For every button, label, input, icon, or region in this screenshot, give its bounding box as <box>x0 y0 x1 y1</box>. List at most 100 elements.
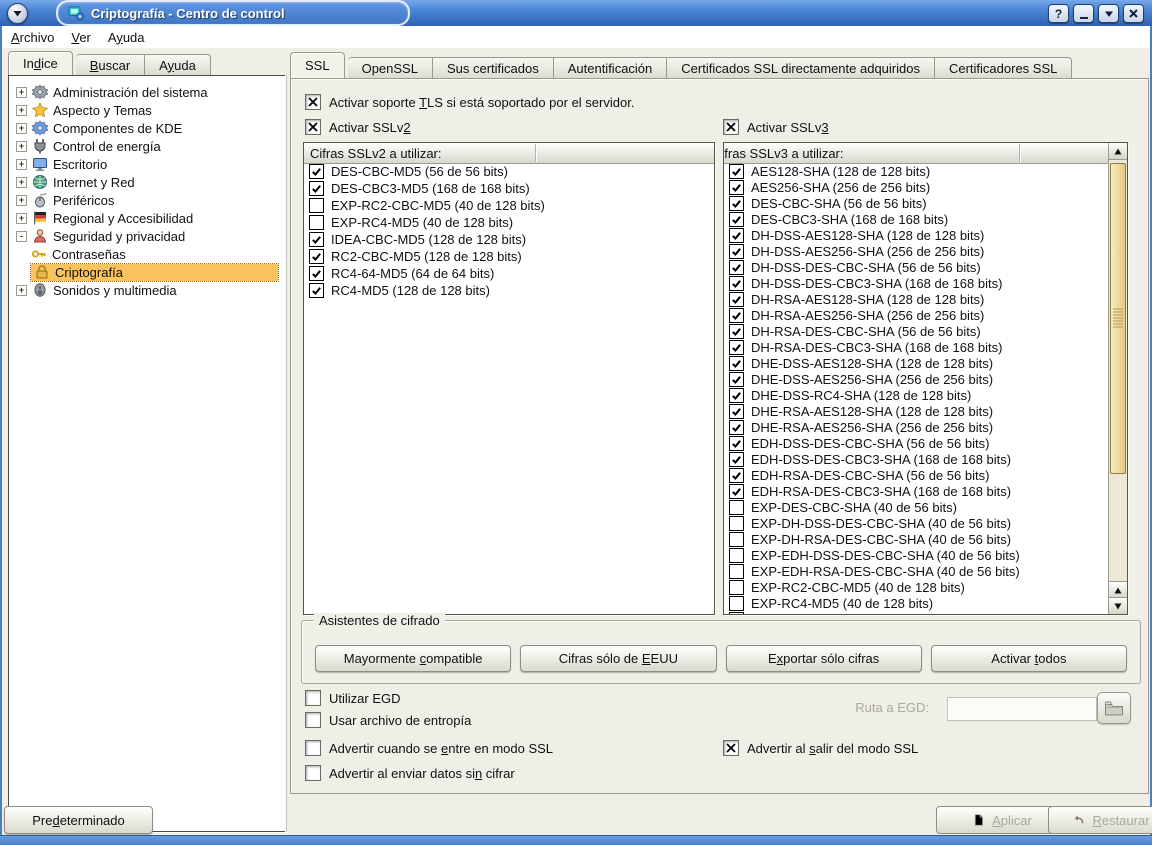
cipher-checkbox[interactable] <box>309 164 324 179</box>
expand-icon[interactable]: + <box>16 159 27 170</box>
cipher-row[interactable]: EDH-RSA-DES-CBC3-SHA (168 de 168 bits) <box>724 483 1109 499</box>
use-egd-checkbox[interactable] <box>305 690 321 706</box>
cipher-row[interactable]: DHE-DSS-AES256-SHA (256 de 256 bits) <box>724 371 1109 387</box>
cipher-row[interactable]: EDH-DSS-DES-CBC-SHA (56 de 56 bits) <box>724 435 1109 451</box>
cipher-row[interactable]: EXP-RC4-MD5 (40 de 128 bits) <box>724 595 1109 611</box>
sslv3-scrollbar[interactable] <box>1108 143 1127 614</box>
cipher-checkbox[interactable] <box>729 500 744 515</box>
tree-item-regional-y-accesibilidad[interactable]: +Regional y Accesibilidad <box>9 209 286 227</box>
cipher-checkbox[interactable] <box>729 516 744 531</box>
cipher-checkbox[interactable] <box>729 164 744 179</box>
cipher-row[interactable]: RC4-MD5 (128 de 128 bits) <box>304 282 714 299</box>
default-button[interactable]: Predeterminado <box>4 806 153 834</box>
cipher-checkbox[interactable] <box>729 436 744 451</box>
cipher-checkbox[interactable] <box>729 468 744 483</box>
sslv2-list-header[interactable]: Cifras SSLv2 a utilizar: <box>304 143 714 164</box>
menu-archivo[interactable]: Archivo <box>11 30 54 45</box>
expand-icon[interactable]: + <box>16 195 27 206</box>
cipher-row[interactable]: DH-DSS-DES-CBC-SHA (56 de 56 bits) <box>724 259 1109 275</box>
cipher-checkbox[interactable] <box>309 249 324 264</box>
cipher-checkbox[interactable] <box>309 181 324 196</box>
minimize-button[interactable] <box>1073 4 1094 23</box>
tls-checkbox[interactable] <box>305 94 321 110</box>
cipher-checkbox[interactable] <box>309 266 324 281</box>
expand-icon[interactable]: + <box>16 123 27 134</box>
cipher-row[interactable]: DES-CBC-SHA (56 de 56 bits) <box>724 195 1109 211</box>
cipher-row[interactable]: DHE-RSA-AES128-SHA (128 de 128 bits) <box>724 403 1109 419</box>
expand-icon[interactable]: + <box>16 141 27 152</box>
cipher-checkbox[interactable] <box>729 532 744 547</box>
cipher-checkbox[interactable] <box>729 292 744 307</box>
sslv2-enable-checkbox[interactable] <box>305 119 321 135</box>
tree-item-perifericos[interactable]: +Periféricos <box>9 191 286 209</box>
cipher-row[interactable]: DHE-DSS-RC4-SHA (128 de 128 bits) <box>724 387 1109 403</box>
tree-item-componentes-de-kde[interactable]: +Componentes de KDE <box>9 119 286 137</box>
panel-splitter[interactable] <box>285 75 289 832</box>
cipher-row[interactable]: RC2-CBC-MD5 (128 de 128 bits) <box>304 248 714 265</box>
tab-certificados-ssl-directamente-adquiridos[interactable]: Certificados SSL directamente adquiridos <box>667 57 935 78</box>
cipher-checkbox[interactable] <box>309 198 324 213</box>
tree-item-contrasenas[interactable]: Contraseñas <box>9 245 286 263</box>
cipher-checkbox[interactable] <box>309 283 324 298</box>
cipher-row[interactable]: DH-DSS-AES128-SHA (128 de 128 bits) <box>724 227 1109 243</box>
tree-item-control-de-energia[interactable]: +Control de energía <box>9 137 286 155</box>
menu-ayuda[interactable]: Ayuda <box>108 30 145 45</box>
sslv3-enable-checkbox[interactable] <box>723 119 739 135</box>
cipher-row[interactable]: RC4-64-MD5 (64 de 64 bits) <box>304 265 714 282</box>
cipher-row[interactable]: EXP-EDH-RSA-DES-CBC-SHA (40 de 56 bits) <box>724 563 1109 579</box>
cipher-row[interactable]: DH-DSS-AES256-SHA (256 de 256 bits) <box>724 243 1109 259</box>
tree-item-seguridad-y-privacidad[interactable]: -Seguridad y privacidad <box>9 227 286 245</box>
tree-item-internet-y-red[interactable]: +Internet y Red <box>9 173 286 191</box>
tab-certificadores-ssl[interactable]: Certificadores SSL <box>935 57 1072 78</box>
tree-item-administracion-del-sistema[interactable]: +Administración del sistema <box>9 83 286 101</box>
cipher-checkbox[interactable] <box>729 276 744 291</box>
sslv3-list-header[interactable]: Cifras SSLv3 a utilizar: <box>723 143 1109 164</box>
cipher-row[interactable]: IDEA-CBC-MD5 (128 de 128 bits) <box>304 231 714 248</box>
expand-icon[interactable]: + <box>16 213 27 224</box>
mayormente-compatible-button[interactable]: Mayormente compatible <box>315 645 511 672</box>
cipher-checkbox[interactable] <box>729 580 744 595</box>
cipher-row[interactable]: AES128-SHA (128 de 128 bits) <box>724 163 1109 179</box>
cipher-row[interactable]: EDH-DSS-DES-CBC3-SHA (168 de 168 bits) <box>724 451 1109 467</box>
cipher-row[interactable]: DH-RSA-DES-CBC3-SHA (168 de 168 bits) <box>724 339 1109 355</box>
sidebar-tab-indice[interactable]: Indice <box>8 51 73 75</box>
cipher-row[interactable]: DH-DSS-DES-CBC3-SHA (168 de 168 bits) <box>724 275 1109 291</box>
cipher-row[interactable]: EXP-DES-CBC-SHA (40 de 56 bits) <box>724 499 1109 515</box>
cipher-row[interactable]: DES-CBC3-MD5 (168 de 168 bits) <box>304 180 714 197</box>
cifras-solo-de-eeuu-button[interactable]: Cifras sólo de EEUU <box>520 645 716 672</box>
scroll-down-button[interactable] <box>1109 597 1127 614</box>
cipher-row[interactable]: EXP-RC2-CBC-MD5 (40 de 128 bits) <box>724 579 1109 595</box>
scroll-up-button[interactable] <box>1109 143 1127 160</box>
cipher-checkbox[interactable] <box>309 215 324 230</box>
tab-sus-certificados[interactable]: Sus certificados <box>433 57 554 78</box>
expand-icon[interactable]: + <box>16 87 27 98</box>
tab-autentificacion[interactable]: Autentificación <box>554 57 668 78</box>
cipher-checkbox[interactable] <box>729 404 744 419</box>
cipher-row[interactable]: EXP-DH-DSS-DES-CBC-SHA (40 de 56 bits) <box>724 515 1109 531</box>
cipher-row[interactable]: EXP-RC2-CBC-MD5 (40 de 128 bits) <box>304 197 714 214</box>
cipher-checkbox[interactable] <box>729 324 744 339</box>
cipher-row[interactable]: AES256-SHA (256 de 256 bits) <box>724 179 1109 195</box>
cipher-row[interactable]: DES-CBC-MD5 (56 de 56 bits) <box>304 163 714 180</box>
cipher-row[interactable]: EXP-RC4-MD5 (40 de 128 bits) <box>304 214 714 231</box>
cipher-checkbox[interactable] <box>729 452 744 467</box>
cipher-row[interactable]: DH-RSA-AES128-SHA (128 de 128 bits) <box>724 291 1109 307</box>
sidebar-tab-ayuda[interactable]: Ayuda <box>145 54 211 75</box>
exportar-solo-cifras-button[interactable]: Exportar sólo cifras <box>726 645 922 672</box>
tree-item-escritorio[interactable]: +Escritorio <box>9 155 286 173</box>
cipher-checkbox[interactable] <box>729 388 744 403</box>
cipher-row[interactable]: EDH-RSA-DES-CBC-SHA (56 de 56 bits) <box>724 467 1109 483</box>
cipher-checkbox[interactable] <box>729 484 744 499</box>
cipher-row[interactable]: DES-CBC3-SHA (168 de 168 bits) <box>724 211 1109 227</box>
scrollbar-thumb[interactable] <box>1110 163 1126 474</box>
tree-item-criptografia[interactable]: Criptografía <box>9 263 286 281</box>
cipher-row[interactable]: DH-RSA-DES-CBC-SHA (56 de 56 bits) <box>724 323 1109 339</box>
window-menu-button[interactable] <box>7 3 28 24</box>
activar-todos-button[interactable]: Activar todos <box>931 645 1127 672</box>
warn-leave-checkbox[interactable] <box>723 740 739 756</box>
cipher-checkbox[interactable] <box>729 340 744 355</box>
warn-enter-checkbox[interactable] <box>305 740 321 756</box>
tree-item-sonidos-y-multimedia[interactable]: +Sonidos y multimedia <box>9 281 286 299</box>
cipher-checkbox[interactable] <box>729 356 744 371</box>
cipher-checkbox[interactable] <box>729 180 744 195</box>
